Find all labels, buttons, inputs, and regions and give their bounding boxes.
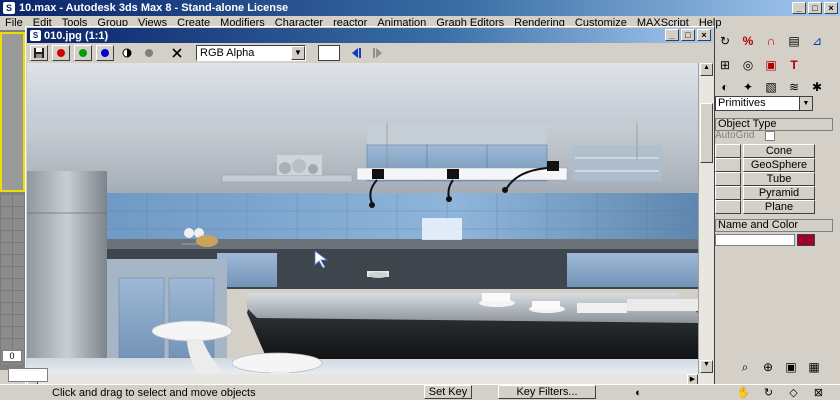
save-icon <box>34 48 44 58</box>
maximize-viewport-icon[interactable]: ⊠ <box>810 386 827 400</box>
render-scene-icon[interactable]: ▣ <box>761 56 781 74</box>
zoom-extents-all-icon[interactable]: ▦ <box>804 358 824 376</box>
viewer-title-bar[interactable]: S 010.jpg (1:1) _ □ × <box>27 28 713 43</box>
kitchen-render <box>27 63 698 374</box>
create-tabs: ◐ ✦ ▧ ≋ ✱ <box>715 78 827 96</box>
mirror-icon[interactable]: ⊿ <box>807 32 827 50</box>
alpha-channel-button[interactable] <box>118 45 136 61</box>
object-button-left-2[interactable] <box>715 158 741 172</box>
red-channel-icon <box>57 49 65 57</box>
command-panel: ↻ % ∩ ▤ ⊿ ⊞ ◎ ▣ T ◐ ✦ ▧ ≋ ✱ Primitives ▼… <box>715 30 840 374</box>
cone-button[interactable]: Cone <box>743 144 815 158</box>
status-input[interactable] <box>8 368 48 382</box>
named-selection-icon[interactable]: ▤ <box>784 32 804 50</box>
geosphere-button[interactable]: GeoSphere <box>743 158 815 172</box>
field-of-view-icon[interactable]: ◇ <box>785 386 802 400</box>
zoom-extents-icon[interactable]: ▣ <box>781 358 801 376</box>
viewer-close-button[interactable]: × <box>697 29 711 41</box>
scroll-up-icon[interactable]: ▲ <box>700 63 713 76</box>
viewer-window-controls: _ □ × <box>665 29 711 41</box>
viewer-toolbar: RGB Alpha ▼ <box>27 44 713 62</box>
set-key-button[interactable]: Set Key <box>424 385 472 399</box>
main-title-bar: S 10.max - Autodesk 3ds Max 8 - Stand-al… <box>0 0 840 16</box>
plane-button[interactable]: Plane <box>743 200 815 214</box>
quick-render-icon[interactable]: T <box>784 56 804 74</box>
geometry-icon[interactable]: ◐ <box>715 78 735 96</box>
alpha-icon <box>122 48 132 58</box>
pan-icon[interactable]: ✋ <box>735 386 752 400</box>
zoom-all-icon[interactable]: ⊕ <box>758 358 778 376</box>
green-channel-icon <box>79 49 87 57</box>
vertical-scroll-thumb[interactable] <box>700 103 713 163</box>
status-bar: Click and drag to select and move object… <box>0 384 840 400</box>
object-button-left-1[interactable] <box>715 144 741 158</box>
status-prompt: Click and drag to select and move object… <box>52 387 256 399</box>
object-color-swatch[interactable] <box>797 234 815 246</box>
red-channel-button[interactable] <box>52 45 70 61</box>
perspective-viewport[interactable] <box>0 194 25 364</box>
primitive-category-value: Primitives <box>718 97 766 109</box>
object-name-field[interactable] <box>715 234 795 246</box>
percent-snap-icon[interactable]: % <box>738 32 758 50</box>
object-button-left-4[interactable] <box>715 186 741 200</box>
scroll-down-icon[interactable]: ▼ <box>700 360 713 373</box>
arc-rotate-icon[interactable]: ↻ <box>760 386 777 400</box>
viewer-vertical-scrollbar[interactable]: ▲ ▼ <box>698 63 714 374</box>
active-viewport[interactable] <box>0 32 25 192</box>
channel-select-value: RGB Alpha <box>200 47 255 59</box>
snap-icon[interactable]: ↻ <box>715 32 735 50</box>
tube-button[interactable]: Tube <box>743 172 815 186</box>
viewer-minimize-button[interactable]: _ <box>665 29 679 41</box>
object-button-left-5[interactable] <box>715 200 741 214</box>
spinner-snap-icon[interactable]: ∩ <box>761 32 781 50</box>
viewport-nav-row-1: ⌕ ⊕ ▣ ▦ <box>735 358 824 376</box>
blue-channel-button[interactable] <box>96 45 114 61</box>
image-viewer-window: S 010.jpg (1:1) _ □ × RGB Alpha ▼ ▲ ▼ ▶ <box>25 26 715 386</box>
channel-select[interactable]: RGB Alpha ▼ <box>196 45 306 61</box>
close-button[interactable]: × <box>824 2 838 14</box>
toolbar-row-2: ⊞ ◎ ▣ T <box>715 56 804 74</box>
previous-icon[interactable] <box>352 48 364 58</box>
zoom-icon[interactable]: ⌕ <box>735 358 755 376</box>
viewer-title: 010.jpg (1:1) <box>44 29 109 42</box>
maximize-button[interactable]: □ <box>808 2 822 14</box>
color-swatch[interactable] <box>318 45 340 61</box>
material-editor-icon[interactable]: ◎ <box>738 56 758 74</box>
helpers-icon[interactable]: ≋ <box>784 78 804 96</box>
viewport-value-field[interactable]: 0 <box>2 350 22 362</box>
clear-icon <box>172 48 182 58</box>
app-icon: S <box>3 2 15 14</box>
save-image-button[interactable] <box>30 45 48 61</box>
primitive-category-select[interactable]: Primitives ▼ <box>715 96 813 111</box>
lights-icon[interactable]: ▧ <box>761 78 781 96</box>
chevron-down-icon: ▼ <box>291 46 305 60</box>
minimize-button[interactable]: _ <box>792 2 806 14</box>
green-channel-button[interactable] <box>74 45 92 61</box>
autogrid-label: AutoGrid <box>715 130 755 141</box>
monochrome-icon <box>145 49 153 57</box>
monochrome-button[interactable] <box>140 45 158 61</box>
curve-editor-icon[interactable]: ⊞ <box>715 56 735 74</box>
clear-button[interactable] <box>168 45 186 61</box>
blue-channel-icon <box>101 49 109 57</box>
main-window-controls: _ □ × <box>792 2 838 14</box>
key-filters-button[interactable]: Key Filters... <box>498 385 596 399</box>
shapes-icon[interactable]: ✦ <box>738 78 758 96</box>
autogrid-checkbox[interactable] <box>765 131 775 141</box>
object-button-left-3[interactable] <box>715 172 741 186</box>
rendered-image[interactable] <box>27 63 698 374</box>
chevron-down-icon: ▼ <box>799 97 812 110</box>
pyramid-button[interactable]: Pyramid <box>743 186 815 200</box>
rollout-name-and-color[interactable]: Name and Color <box>715 219 833 232</box>
systems-icon[interactable]: ✱ <box>807 78 827 96</box>
toolbar-row-1: ↻ % ∩ ▤ ⊿ <box>715 32 827 50</box>
next-icon[interactable] <box>370 48 382 58</box>
time-config-icon[interactable]: ◐ <box>630 386 647 400</box>
viewer-app-icon: S <box>30 30 41 41</box>
viewer-maximize-button[interactable]: □ <box>681 29 695 41</box>
main-window-title: 10.max - Autodesk 3ds Max 8 - Stand-alon… <box>19 2 289 14</box>
menu-file[interactable]: File <box>0 16 28 30</box>
